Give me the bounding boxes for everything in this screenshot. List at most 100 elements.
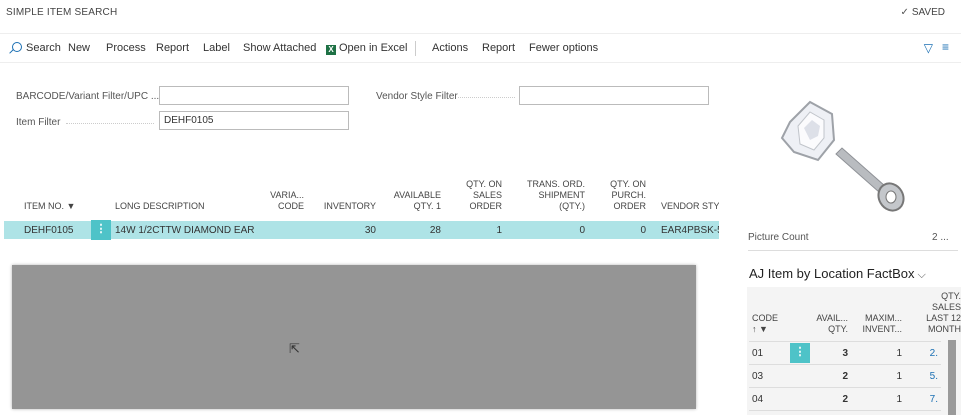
col-long-description[interactable]: LONG DESCRIPTION xyxy=(115,201,205,212)
vendor-style-filter-input[interactable] xyxy=(519,86,709,105)
fb-cell-maximum[interactable]: 1 xyxy=(858,394,902,405)
picture-count-label: Picture Count xyxy=(748,232,809,243)
saved-status: ✓ SAVED xyxy=(900,7,945,18)
checkmark-icon: ✓ xyxy=(900,7,909,18)
fb-col-max-label-2: INVENT... xyxy=(862,324,902,334)
col-trans-label-3: (QTY.) xyxy=(559,201,585,211)
fb-row-divider xyxy=(749,387,941,388)
picture-count-value[interactable]: 2 ... xyxy=(932,232,949,243)
fb-cell-available[interactable]: 3 xyxy=(804,348,848,359)
sort-arrow-icon: ↑ xyxy=(752,324,757,334)
fb-cell-code[interactable]: 03 xyxy=(752,371,763,382)
label-button[interactable]: Label xyxy=(203,42,230,54)
fb-col-code-label: CODE xyxy=(752,313,779,323)
filter-icon[interactable]: ▽ xyxy=(924,41,933,55)
fb-row-divider xyxy=(749,364,941,365)
col-variant-label-1: VARIA... xyxy=(270,190,304,200)
page-title: SIMPLE ITEM SEARCH xyxy=(6,7,118,18)
open-in-excel-label: Open in Excel xyxy=(339,42,408,54)
fb-cell-maximum[interactable]: 1 xyxy=(858,371,902,382)
fb-cell-sales[interactable]: 2. xyxy=(916,348,938,359)
cell-qty-on-sales-order[interactable]: 1 xyxy=(452,225,502,236)
cell-vendor-style[interactable]: EAR4PBSK-50I xyxy=(661,225,719,236)
col-sales-label-1: QTY. ON xyxy=(466,179,502,189)
vendor-style-filter-leader xyxy=(458,97,515,99)
cell-long-description[interactable]: 14W 1/2CTTW DIAMOND EARR xyxy=(115,225,255,236)
fb-cell-available[interactable]: 2 xyxy=(804,394,848,405)
mouse-cursor-icon: ⇱ xyxy=(289,341,300,356)
fb-row-divider xyxy=(749,410,941,411)
fb-col-code[interactable]: CODE ↑ ▼ xyxy=(752,313,778,335)
fb-col-sales-label-1: QTY. xyxy=(941,291,961,301)
fb-col-sales-label-3: LAST 12 xyxy=(926,313,961,323)
col-available-label-1: AVAILABLE xyxy=(393,190,441,200)
fb-cell-maximum[interactable]: 1 xyxy=(858,348,902,359)
vendor-style-filter-label: Vendor Style Filter xyxy=(376,91,458,102)
search-button[interactable]: Search xyxy=(12,42,61,54)
cell-available-qty[interactable]: 28 xyxy=(384,225,441,236)
col-sales-label-2: SALES xyxy=(472,190,502,200)
factbox-scrollbar[interactable] xyxy=(948,340,956,415)
col-purch-label-3: ORDER xyxy=(613,201,646,211)
sort-filter-icon: ↑ ▼ xyxy=(752,324,768,334)
chevron-down-icon: ⌵ xyxy=(914,269,926,281)
cell-item-no[interactable]: DEHF0105 xyxy=(24,225,73,236)
barcode-filter-input[interactable] xyxy=(159,86,349,105)
fb-col-avail-label-1: AVAIL... xyxy=(816,313,848,323)
fb-row-divider xyxy=(749,341,941,342)
col-inventory[interactable]: INVENTORY xyxy=(316,201,376,212)
show-attached-button[interactable]: Show Attached xyxy=(243,42,316,54)
list-view-icon[interactable]: ≡ xyxy=(942,40,949,54)
action-bar: Search New Process Report Label Show Att… xyxy=(0,33,961,63)
col-purch-label-2: PURCH. xyxy=(611,190,646,200)
fb-col-sales-label-2: SALES xyxy=(931,302,961,312)
item-filter-label: Item Filter xyxy=(16,117,61,128)
fb-col-maximum-inventory[interactable]: MAXIM... INVENT... xyxy=(858,313,902,335)
fb-cell-available[interactable]: 2 xyxy=(804,371,848,382)
process-button[interactable]: Process xyxy=(106,42,146,54)
fb-cell-code[interactable]: 01 xyxy=(752,348,763,359)
fewer-options-button[interactable]: Fewer options xyxy=(529,42,598,54)
col-purch-label-1: QTY. ON xyxy=(610,179,646,189)
search-label: Search xyxy=(26,42,61,54)
item-filter-input[interactable] xyxy=(159,111,349,130)
action-separator xyxy=(415,41,416,56)
cell-trans-ord-shipment[interactable]: 0 xyxy=(515,225,585,236)
col-available-qty[interactable]: AVAILABLE QTY. 1 xyxy=(384,190,441,212)
col-available-label-2: QTY. 1 xyxy=(413,201,441,211)
cell-qty-on-purch-order[interactable]: 0 xyxy=(596,225,646,236)
col-variant-code[interactable]: VARIA... CODE xyxy=(262,190,304,212)
fb-cell-code[interactable]: 04 xyxy=(752,394,763,405)
col-variant-label-2: CODE xyxy=(277,201,304,211)
factbox-divider xyxy=(748,250,958,251)
fb-cell-sales[interactable]: 5. xyxy=(916,371,938,382)
report-button[interactable]: Report xyxy=(156,42,189,54)
factbox-title[interactable]: AJ Item by Location FactBox ⌵ xyxy=(749,266,926,282)
barcode-filter-label: BARCODE/Variant Filter/UPC ... xyxy=(16,91,160,102)
filter-funnel-icon: ▼ xyxy=(66,201,76,211)
item-filter-leader xyxy=(66,123,154,125)
excel-icon: X xyxy=(326,45,336,55)
item-picture xyxy=(748,70,958,230)
fb-col-avail-label-2: QTY. xyxy=(828,324,848,334)
col-vendor-style[interactable]: VENDOR STYL xyxy=(661,201,719,212)
col-trans-ord-shipment[interactable]: TRANS. ORD. SHIPMENT (QTY.) xyxy=(515,179,585,212)
col-item-no[interactable]: ITEM NO. ▼ xyxy=(24,201,75,212)
fb-cell-sales[interactable]: 7. xyxy=(916,394,938,405)
cell-inventory[interactable]: 30 xyxy=(316,225,376,236)
search-icon xyxy=(12,42,22,52)
saved-label: SAVED xyxy=(911,7,945,18)
open-in-excel-button[interactable]: X Open in Excel xyxy=(326,42,407,55)
factbox-title-label: AJ Item by Location FactBox xyxy=(749,266,915,281)
fb-col-available[interactable]: AVAIL... QTY. xyxy=(804,313,848,335)
col-trans-label-1: TRANS. ORD. xyxy=(526,179,585,189)
actions-menu-button[interactable]: Actions xyxy=(432,42,468,54)
col-qty-on-sales-order[interactable]: QTY. ON SALES ORDER xyxy=(452,179,502,212)
fb-col-qty-sales-last-12[interactable]: QTY. SALES LAST 12 MONTH xyxy=(916,291,961,335)
row-actions-button[interactable]: ⋮ xyxy=(91,220,111,240)
report-menu-button[interactable]: Report xyxy=(482,42,515,54)
col-sales-label-3: ORDER xyxy=(469,201,502,211)
col-qty-on-purch-order[interactable]: QTY. ON PURCH. ORDER xyxy=(596,179,646,212)
new-button[interactable]: New xyxy=(68,42,90,54)
fb-col-max-label-1: MAXIM... xyxy=(864,313,902,323)
